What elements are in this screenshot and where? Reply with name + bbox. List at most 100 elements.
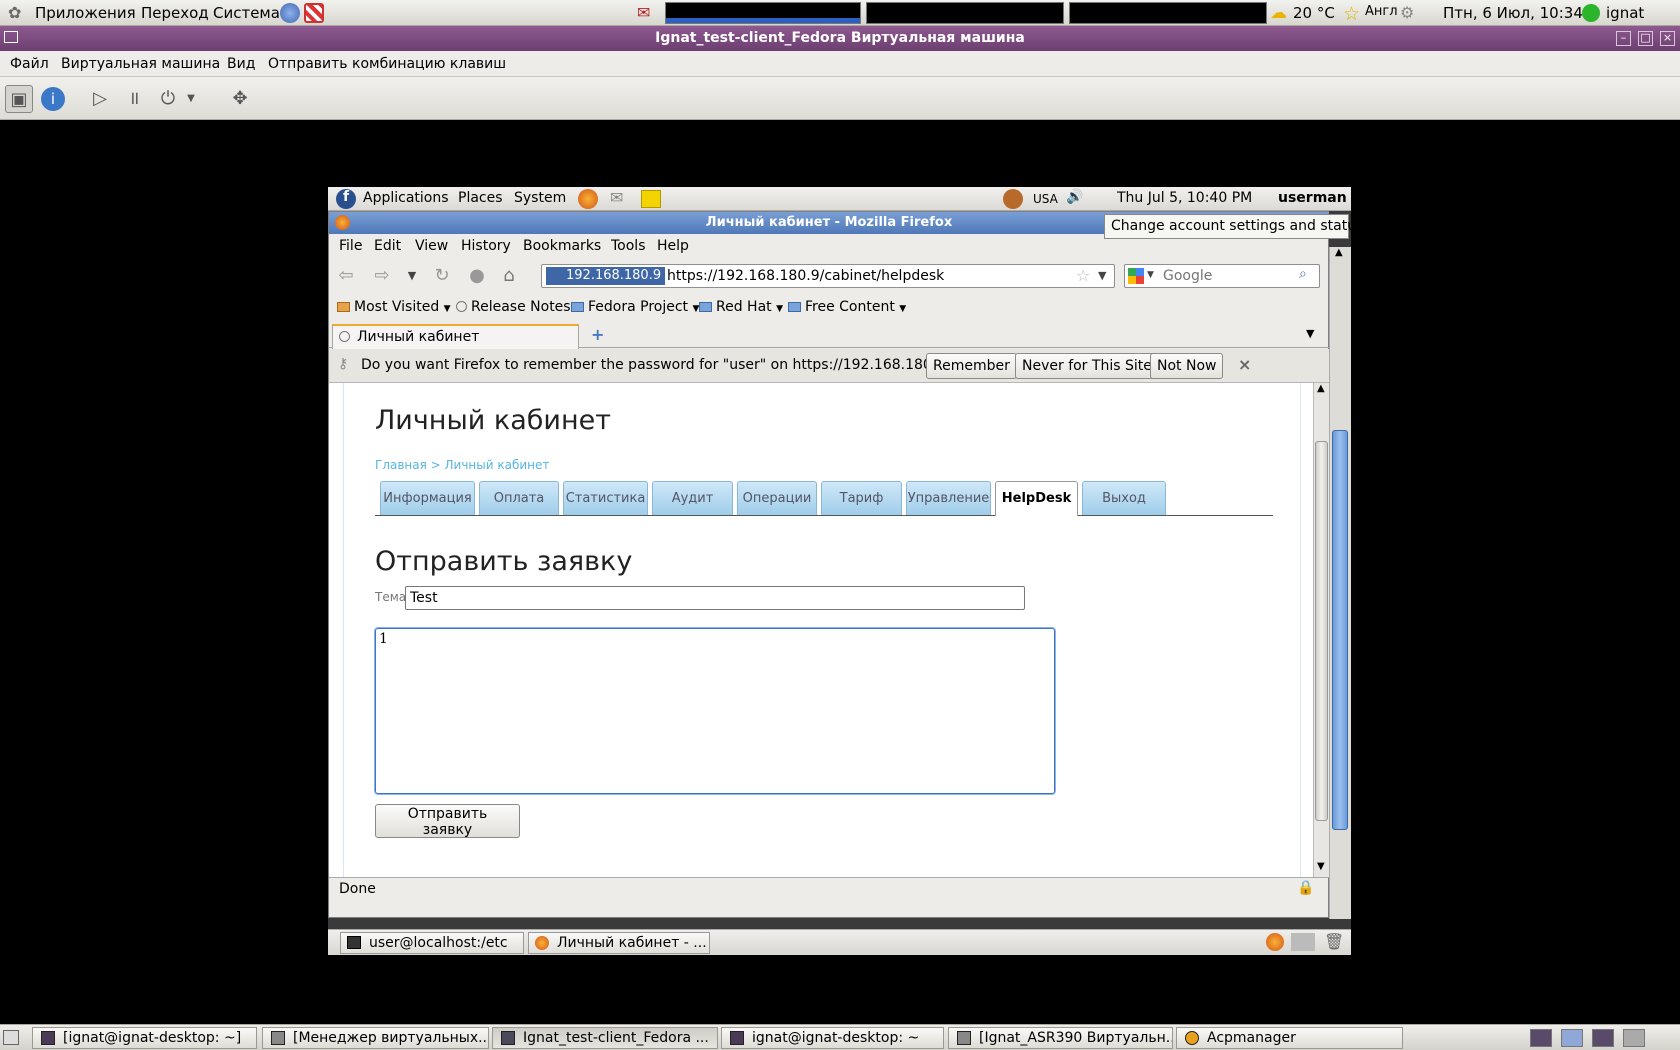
weather-icon[interactable]: ☁: [1270, 3, 1290, 23]
network-icon[interactable]: ⚙: [1400, 3, 1420, 23]
host-menu-applications[interactable]: Приложения: [35, 4, 136, 22]
cpu-monitor[interactable]: [665, 2, 861, 24]
theme-input[interactable]: [405, 586, 1025, 610]
content-scrollbar[interactable]: ▲ ▼: [1313, 383, 1329, 877]
workspace-switcher[interactable]: [1291, 933, 1315, 951]
user-status-icon[interactable]: [1582, 4, 1600, 22]
volume-icon[interactable]: 🔊: [1066, 189, 1083, 205]
ff-menu-help[interactable]: Help: [657, 238, 689, 254]
search-input[interactable]: [1161, 266, 1291, 286]
browser-launcher-icon[interactable]: [280, 3, 300, 23]
tab-statistika[interactable]: Статистика: [563, 481, 648, 515]
vm-menu-virtual-machine[interactable]: Виртуальная машина: [61, 56, 220, 72]
trash-icon[interactable]: 🗑: [1324, 932, 1344, 951]
scroll-down-icon[interactable]: ▼: [1317, 861, 1325, 872]
workspace-1[interactable]: [1530, 1029, 1552, 1047]
bookmark-free-content[interactable]: Free Content ▼: [788, 299, 906, 315]
list-tabs-icon[interactable]: ▼: [1306, 327, 1314, 340]
guest-user-menu[interactable]: userman: [1278, 190, 1347, 206]
search-engine-icon[interactable]: [1128, 268, 1144, 284]
content-scroll-thumb[interactable]: [1315, 441, 1328, 821]
host-task-terminal-2[interactable]: ignat@ignat-desktop: ~: [721, 1027, 944, 1049]
reload-icon[interactable]: ↻: [429, 264, 455, 288]
url-text[interactable]: https://192.168.180.9/cabinet/helpdesk: [667, 268, 944, 284]
guest-menu-applications[interactable]: Applications: [363, 190, 449, 206]
search-bar[interactable]: ▼ ⌕: [1124, 264, 1320, 288]
tab-helpdesk[interactable]: HelpDesk: [995, 481, 1078, 516]
network-monitor[interactable]: [1069, 2, 1267, 24]
guest-network-icon[interactable]: [1003, 189, 1023, 209]
search-engine-dropdown-icon[interactable]: ▼: [1147, 270, 1154, 280]
help-lifebuoy-icon[interactable]: [304, 3, 324, 23]
host-menu-system[interactable]: Система: [213, 4, 280, 22]
close-icon[interactable]: ×: [1660, 31, 1675, 46]
bookmark-release-notes[interactable]: Release Notes: [456, 299, 571, 315]
power-icon[interactable]: ⏻: [154, 85, 182, 113]
host-menu-places[interactable]: Переход: [141, 4, 209, 22]
workspace-3[interactable]: [1592, 1029, 1614, 1047]
memory-monitor[interactable]: [866, 2, 1064, 24]
outer-scrollbar[interactable]: ▲: [1329, 247, 1351, 919]
bookmark-star-icon[interactable]: ☆: [1076, 266, 1090, 285]
ff-menu-bookmarks[interactable]: Bookmarks: [523, 238, 601, 254]
url-bar[interactable]: 192.168.180.9 https://192.168.180.9/cabi…: [541, 264, 1115, 288]
breadcrumb[interactable]: Главная > Личный кабинет: [375, 458, 549, 472]
tray-firefox-icon[interactable]: [1266, 933, 1284, 951]
foot-icon[interactable]: ✿: [8, 3, 28, 23]
ff-menu-tools[interactable]: Tools: [611, 238, 646, 254]
power-dropdown-icon[interactable]: ▼: [184, 85, 198, 113]
host-user[interactable]: ignat: [1606, 4, 1644, 22]
url-site-identity[interactable]: 192.168.180.9: [546, 267, 666, 285]
tab-informatsiya[interactable]: Информация: [380, 481, 475, 515]
vm-menu-send-key[interactable]: Отправить комбинацию клавиш: [268, 56, 506, 72]
tab-lichnyi-kabinet[interactable]: Личный кабинет: [332, 324, 579, 349]
ff-menu-edit[interactable]: Edit: [374, 238, 401, 254]
guest-keyboard-layout[interactable]: USA: [1033, 192, 1058, 206]
run-icon[interactable]: ▷: [86, 85, 114, 113]
bookmark-most-visited[interactable]: Most Visited ▼: [337, 299, 451, 315]
search-icon[interactable]: ⌕: [1299, 266, 1307, 282]
tab-tarif[interactable]: Тариф: [821, 481, 902, 515]
back-icon[interactable]: ⇦: [333, 264, 359, 288]
bookmark-fedora-project[interactable]: Fedora Project ▼: [571, 299, 699, 315]
fedora-logo-icon[interactable]: f: [336, 189, 356, 209]
outer-scroll-thumb[interactable]: [1332, 430, 1348, 830]
maximize-icon[interactable]: □: [1638, 31, 1653, 46]
star-icon[interactable]: ☆: [1343, 3, 1363, 25]
never-for-this-site-button[interactable]: Never for This Site: [1015, 353, 1159, 379]
weather-temperature[interactable]: 20 °C: [1293, 4, 1335, 22]
host-task-terminal-1[interactable]: [ignat@ignat-desktop: ~]: [32, 1027, 257, 1049]
close-notification-icon[interactable]: ×: [1238, 355, 1251, 374]
guest-task-terminal[interactable]: user@localhost:/etc: [340, 932, 524, 954]
host-task-asr390-vm[interactable]: [Ignat_ASR390 Виртуальн...: [948, 1027, 1173, 1049]
vm-menu-file[interactable]: Файл: [10, 56, 49, 72]
submit-request-button[interactable]: Отправить заявку: [375, 804, 520, 838]
mail-launcher-icon[interactable]: ✉: [610, 188, 623, 207]
home-icon[interactable]: ⌂: [496, 264, 522, 288]
scroll-up-icon[interactable]: ▲: [1317, 383, 1325, 394]
tab-oplata[interactable]: Оплата: [479, 481, 559, 515]
new-tab-icon[interactable]: +: [591, 325, 604, 344]
tab-operatsii[interactable]: Операции: [737, 481, 817, 515]
ff-menu-file[interactable]: File: [339, 238, 362, 254]
vm-window-titlebar[interactable]: Ignat_test-client_Fedora Виртуальная маш…: [0, 26, 1680, 51]
host-clock[interactable]: Птн, 6 Июл, 10:34: [1443, 4, 1583, 22]
outer-scroll-up-icon[interactable]: ▲: [1335, 247, 1343, 258]
forward-icon[interactable]: ⇨: [369, 264, 395, 288]
guest-menu-system[interactable]: System: [514, 190, 566, 206]
workspace-2[interactable]: [1561, 1029, 1583, 1047]
keyboard-layout[interactable]: Англ: [1365, 4, 1398, 19]
minimize-icon[interactable]: –: [1616, 31, 1631, 46]
vm-menu-view[interactable]: Вид: [227, 56, 255, 72]
stop-icon[interactable]: ●: [464, 264, 490, 288]
remember-button[interactable]: Remember: [926, 353, 1017, 379]
details-info-icon[interactable]: i: [41, 87, 65, 111]
fullscreen-icon[interactable]: ✥: [226, 85, 254, 113]
firefox-launcher-icon[interactable]: [578, 189, 598, 209]
not-now-button[interactable]: Not Now: [1150, 353, 1224, 379]
workspace-4[interactable]: [1623, 1029, 1645, 1047]
console-view-icon[interactable]: ▣: [5, 85, 33, 113]
guest-clock[interactable]: Thu Jul 5, 10:40 PM: [1117, 190, 1252, 206]
security-lock-icon[interactable]: 🔒: [1297, 880, 1314, 896]
host-task-acpmanager[interactable]: Acpmanager: [1176, 1027, 1403, 1049]
